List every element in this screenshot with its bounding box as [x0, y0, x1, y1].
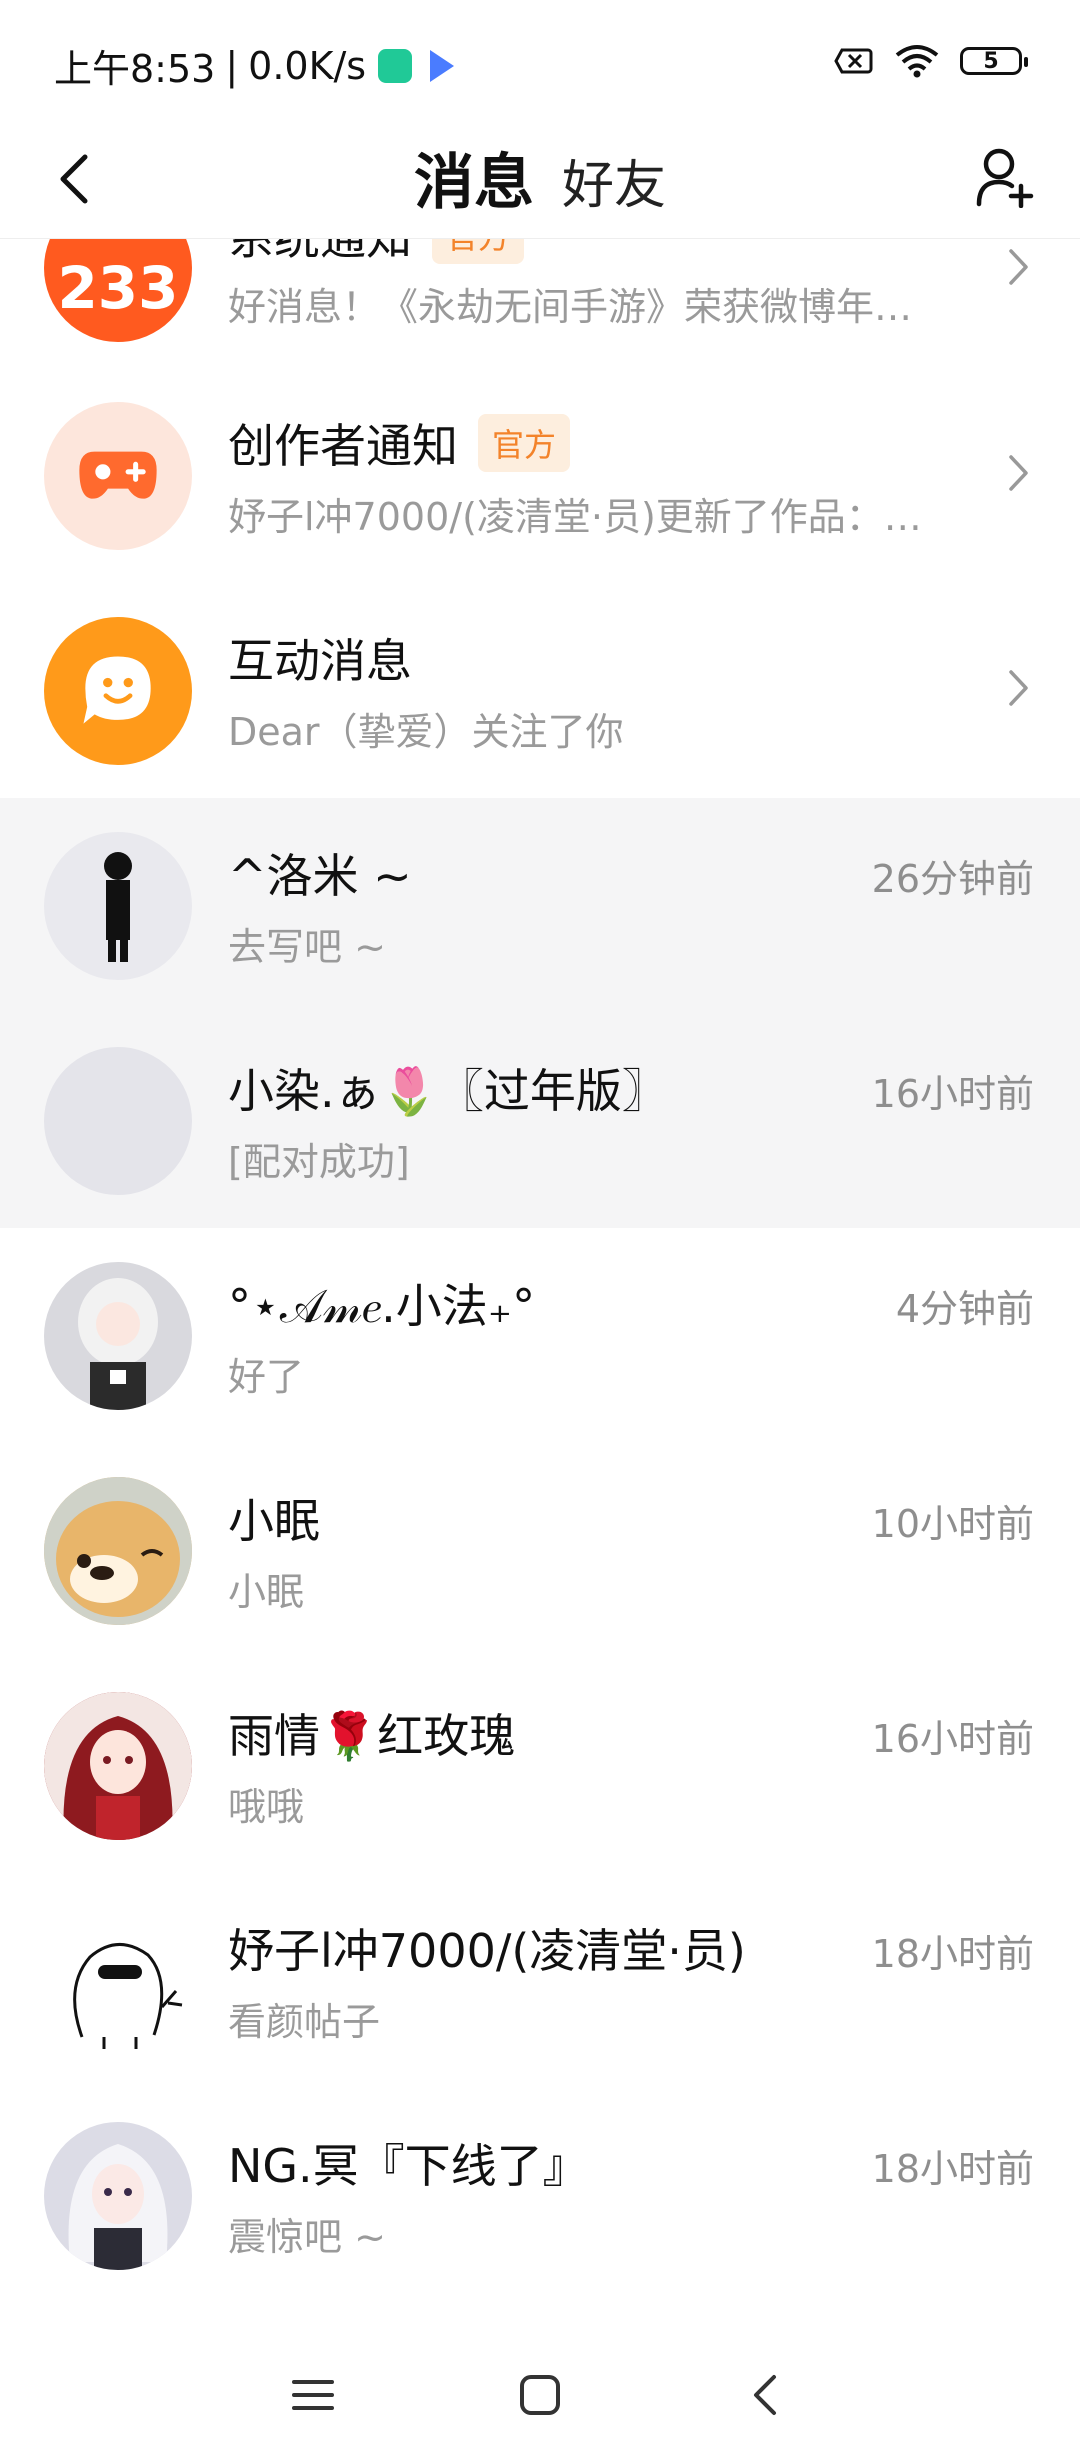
message-time: 16小时前	[871, 1717, 1034, 1761]
menu-icon	[292, 2380, 335, 2410]
no-sim-icon	[834, 48, 873, 74]
contact-name: NG.冥『下线了』	[228, 2139, 589, 2193]
avatar-anime-girl-icon	[78, 1278, 158, 1410]
tab-friends[interactable]: 好友	[562, 143, 666, 218]
avatar: 233	[44, 238, 192, 342]
conversation-row[interactable]: 小眠 小眠 10小时前	[0, 1443, 1080, 1658]
chevron-right-icon	[1009, 670, 1028, 706]
gamepad-icon	[79, 451, 157, 499]
official-badge: 官方	[478, 414, 571, 472]
system-notice-row[interactable]: 233 系统通知 官方 好消息！《永劫无间手游》荣获微博年…	[0, 238, 1080, 368]
network-speed: 0.0K/s	[248, 43, 367, 88]
add-friend-button[interactable]	[968, 140, 1042, 214]
row-title: 创作者通知 官方	[228, 410, 571, 476]
badge-233-icon: 233	[57, 254, 179, 322]
interaction-messages-row[interactable]: 互动消息 Dear（挚爱）关注了你	[0, 583, 1080, 798]
last-message: [配对成功]	[228, 1140, 410, 1184]
contact-name: 雨情🌹红玫瑰	[228, 1709, 516, 1763]
status-time: 上午8:53	[54, 47, 216, 91]
home-button[interactable]	[505, 2360, 575, 2430]
message-time: 10小时前	[871, 1502, 1034, 1546]
row-title: 互动消息	[228, 625, 412, 691]
user-avatar	[44, 1692, 192, 1840]
message-time: 26分钟前	[871, 857, 1034, 901]
last-message: 去写吧 ~	[228, 925, 386, 969]
wifi-icon	[895, 45, 939, 78]
row-title-text: 系统通知	[228, 238, 412, 265]
back-icon	[753, 2375, 776, 2415]
row-title: 系统通知 官方	[228, 238, 525, 268]
user-avatar	[44, 1262, 192, 1410]
message-list: 233 系统通知 官方 好消息！《永劫无间手游》荣获微博年… 创作者通知 官方 …	[0, 238, 1080, 2303]
chat-bubble-icon	[83, 656, 151, 724]
chevron-right-icon	[1009, 455, 1028, 491]
message-time: 16小时前	[871, 1072, 1034, 1116]
user-avatar	[44, 2122, 192, 2270]
chevron-right-icon	[1009, 249, 1028, 285]
home-icon	[519, 2375, 560, 2415]
message-time: 18小时前	[871, 2147, 1034, 2191]
avatar-doodle-icon	[73, 1943, 183, 2049]
avatar-dog-icon	[44, 1477, 192, 1625]
play-store-icon	[430, 49, 455, 82]
conversation-row[interactable]: 妤子l冲7000/(凌清堂·员) 看颜帖子 18小时前	[0, 1873, 1080, 2088]
contact-name: 小眠	[228, 1494, 320, 1548]
avatar-white-hair-icon	[68, 2144, 168, 2270]
last-message: 哦哦	[228, 1785, 305, 1829]
avatar	[44, 402, 192, 550]
conversation-row[interactable]: 雨情🌹红玫瑰 哦哦 16小时前	[0, 1658, 1080, 1873]
avatar-figure-icon	[104, 852, 132, 962]
system-back-button[interactable]	[732, 2360, 802, 2430]
user-avatar	[44, 1907, 192, 2055]
conversation-row[interactable]: °⋆𝒜𝓂𝑒.小法₊° 好了 4分钟前	[0, 1228, 1080, 1443]
system-nav-bar	[0, 2330, 1080, 2460]
user-avatar	[44, 832, 192, 980]
creator-notice-row[interactable]: 创作者通知 官方 妤子l冲7000/(凌清堂·员)更新了作品：…	[0, 368, 1080, 583]
message-time: 18小时前	[871, 1932, 1034, 1976]
conversation-row[interactable]: 小染.ぁ🌷〖过年版〗 [配对成功] 16小时前	[0, 1013, 1080, 1228]
shield-app-icon	[378, 48, 413, 83]
row-preview: 妤子l冲7000/(凌清堂·员)更新了作品：…	[228, 495, 922, 539]
status-bar: 上午8:53 | 0.0K/s 5	[0, 0, 1080, 120]
add-friend-icon	[976, 148, 1034, 208]
recents-button[interactable]	[278, 2360, 348, 2430]
battery-icon: 5	[960, 47, 1028, 75]
header: 消息 好友	[0, 120, 1080, 239]
status-separator: |	[225, 43, 239, 88]
contact-name: 小染.ぁ🌷〖过年版〗	[228, 1064, 668, 1118]
conversation-row[interactable]: ^洛米 ~ 去写吧 ~ 26分钟前	[0, 798, 1080, 1013]
last-message: 看颜帖子	[228, 2000, 381, 2044]
message-time: 4分钟前	[895, 1287, 1034, 1331]
avatar-red-hair-icon	[44, 1692, 192, 1840]
avatar	[44, 617, 192, 765]
row-preview: 好消息！《永劫无间手游》荣获微博年…	[228, 285, 913, 329]
last-message: 震惊吧 ~	[228, 2215, 386, 2259]
row-preview: Dear（挚爱）关注了你	[228, 710, 624, 754]
contact-name: ^洛米 ~	[228, 849, 412, 903]
official-badge: 官方	[432, 238, 525, 264]
status-left: 上午8:53 | 0.0K/s	[54, 38, 455, 93]
conversation-row[interactable]: NG.冥『下线了』 震惊吧 ~ 18小时前	[0, 2088, 1080, 2303]
status-right: 5	[834, 44, 1028, 78]
user-avatar	[44, 1477, 192, 1625]
tab-bar: 消息 好友	[0, 134, 1080, 221]
row-title-text: 创作者通知	[228, 419, 458, 473]
contact-name: 妤子l冲7000/(凌清堂·员)	[228, 1924, 746, 1978]
user-avatar	[44, 1047, 192, 1195]
contact-name: °⋆𝒜𝓂𝑒.小法₊°	[228, 1279, 536, 1333]
tab-messages[interactable]: 消息	[414, 134, 534, 221]
row-title-text: 互动消息	[228, 634, 412, 688]
last-message: 小眠	[228, 1570, 305, 1614]
battery-level: 5	[983, 48, 999, 74]
last-message: 好了	[228, 1355, 305, 1399]
